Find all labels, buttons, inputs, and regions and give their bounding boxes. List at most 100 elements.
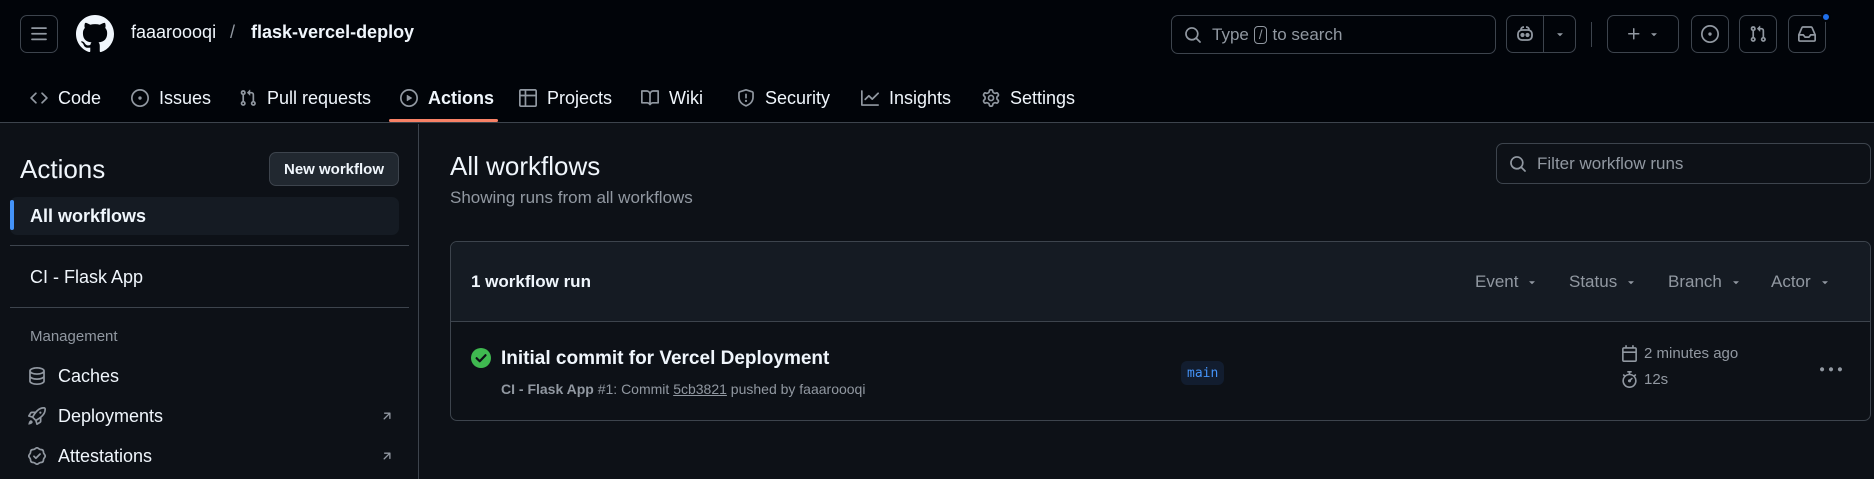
- breadcrumb-separator: /: [230, 22, 236, 42]
- header-divider: [1591, 22, 1592, 47]
- run-duration: 12s: [1621, 371, 1668, 388]
- active-tab-indicator: [389, 119, 498, 122]
- runs-count: 1 workflow run: [471, 272, 591, 291]
- tab-settings[interactable]: Settings: [982, 73, 1075, 123]
- breadcrumb-owner[interactable]: faaaroooqi: [131, 22, 216, 43]
- global-bar: faaaroooqi / flask-vercel-deploy Type / …: [0, 0, 1874, 70]
- external-link-icon: [383, 412, 391, 420]
- hamburger-menu-button[interactable]: [20, 15, 58, 53]
- copilot-dropdown-button[interactable]: [1543, 15, 1576, 53]
- issues-shortcut-button[interactable]: [1691, 15, 1729, 53]
- graph-icon: [861, 90, 879, 106]
- tab-wiki[interactable]: Wiki: [641, 73, 703, 123]
- tab-label: Wiki: [669, 87, 703, 108]
- runs-list-header: 1 workflow run Event Status Branch Actor: [451, 242, 1870, 322]
- actor-filter-button[interactable]: Actor: [1771, 272, 1831, 292]
- tab-label: Code: [58, 87, 102, 108]
- event-filter-button[interactable]: Event: [1475, 272, 1538, 292]
- github-logo-icon[interactable]: [76, 15, 114, 53]
- search-icon: [1510, 155, 1526, 172]
- tab-label: Insights: [889, 87, 952, 108]
- copilot-button[interactable]: [1506, 15, 1544, 53]
- pull-requests-shortcut-button[interactable]: [1739, 15, 1777, 53]
- verified-icon: [28, 447, 46, 465]
- menu-icon: [31, 27, 47, 41]
- sidebar-item-caches[interactable]: Caches: [10, 357, 399, 395]
- triangle-down-icon: [1821, 281, 1828, 285]
- search-prefix: Type: [1212, 24, 1249, 44]
- search-icon: [1185, 26, 1201, 43]
- sidebar-item-ci-flask-app[interactable]: CI - Flask App: [10, 258, 399, 296]
- pull-request-icon: [1750, 25, 1766, 42]
- tab-issues[interactable]: Issues: [131, 73, 211, 123]
- branch-filter-button[interactable]: Branch: [1668, 272, 1742, 292]
- workflow-run-row: Initial commit for Vercel Deployment CI …: [451, 323, 1870, 420]
- inbox-icon: [1798, 26, 1816, 42]
- kebab-horizontal-icon[interactable]: [1820, 359, 1842, 381]
- gear-icon: [982, 89, 1000, 107]
- new-workflow-button[interactable]: New workflow: [269, 152, 399, 186]
- run-meta: CI - Flask App #1: Commit 5cb3821 pushed…: [501, 381, 865, 397]
- management-heading: Management: [30, 328, 118, 345]
- sidebar-item-label: Caches: [58, 365, 120, 386]
- stopwatch-icon: [1622, 371, 1637, 388]
- external-link-icon: [383, 452, 391, 460]
- branch-label[interactable]: main: [1181, 361, 1225, 385]
- check-circle-icon: [471, 348, 491, 368]
- commit-sha-link[interactable]: 5cb3821: [673, 381, 727, 397]
- sidebar-item-label: All workflows: [30, 205, 147, 226]
- tab-label: Projects: [547, 87, 613, 108]
- filter-placeholder: Filter workflow runs: [1537, 153, 1684, 173]
- run-title-link[interactable]: Initial commit for Vercel Deployment: [501, 348, 829, 370]
- book-icon: [641, 90, 659, 106]
- sidebar-item-attestations[interactable]: Attestations: [10, 437, 399, 475]
- tab-pull-requests[interactable]: Pull requests: [239, 73, 371, 123]
- rocket-icon: [28, 407, 46, 425]
- triangle-down-icon: [1733, 281, 1739, 285]
- repo-header: faaaroooqi / flask-vercel-deploy Type / …: [0, 0, 1874, 123]
- inbox-button[interactable]: [1788, 15, 1826, 53]
- run-time-text: 2 minutes ago: [1644, 345, 1739, 362]
- tab-insights[interactable]: Insights: [861, 73, 951, 123]
- run-timestamp: 2 minutes ago: [1621, 345, 1738, 362]
- page-title: All workflows: [450, 151, 601, 181]
- tab-label: Settings: [1010, 87, 1076, 108]
- breadcrumb-repo[interactable]: flask-vercel-deploy: [251, 22, 414, 43]
- tab-code[interactable]: Code: [30, 73, 101, 123]
- tab-label: Actions: [428, 87, 495, 108]
- tab-projects[interactable]: Projects: [519, 73, 612, 123]
- sidebar-item-label: Deployments: [58, 405, 164, 426]
- sidebar-item-all-workflows[interactable]: All workflows: [10, 197, 399, 235]
- search-suffix: to search: [1272, 24, 1343, 44]
- play-icon: [400, 89, 418, 107]
- tab-label: Security: [765, 87, 831, 108]
- global-search-input[interactable]: Type / to search: [1171, 15, 1496, 54]
- run-commit-prefix: : Commit: [613, 381, 670, 397]
- sidebar-item-label: CI - Flask App: [30, 266, 144, 287]
- filter-label: Branch: [1668, 272, 1722, 291]
- search-placeholder: Type / to search: [1212, 25, 1342, 45]
- notification-indicator: [1821, 12, 1831, 22]
- run-pushed-by: pushed by faaaroooqi: [730, 381, 866, 397]
- run-duration-text: 12s: [1644, 371, 1669, 388]
- filter-label: Actor: [1771, 272, 1811, 291]
- calendar-icon: [1622, 345, 1637, 362]
- run-number: #1: [597, 381, 614, 397]
- sidebar-item-deployments[interactable]: Deployments: [10, 397, 399, 435]
- create-new-button[interactable]: [1607, 15, 1679, 53]
- database-icon: [29, 367, 45, 385]
- repo-nav-tabs: Code Issues Pull requests Actions Projec…: [0, 73, 1874, 123]
- sidebar-item-label: Attestations: [58, 445, 153, 466]
- tab-actions[interactable]: Actions: [400, 73, 494, 123]
- tab-label: Pull requests: [267, 87, 372, 108]
- shield-icon: [738, 89, 754, 107]
- triangle-down-icon: [1529, 281, 1536, 285]
- filter-label: Event: [1475, 272, 1519, 291]
- issue-icon: [1701, 25, 1719, 43]
- code-icon: [30, 92, 48, 104]
- run-workflow-name: CI - Flask App: [501, 381, 594, 397]
- workflow-runs-list: 1 workflow run Event Status Branch Actor…: [450, 241, 1871, 421]
- status-filter-button[interactable]: Status: [1569, 272, 1637, 292]
- tab-security[interactable]: Security: [737, 73, 830, 123]
- filter-workflow-runs-input[interactable]: Filter workflow runs: [1496, 143, 1871, 184]
